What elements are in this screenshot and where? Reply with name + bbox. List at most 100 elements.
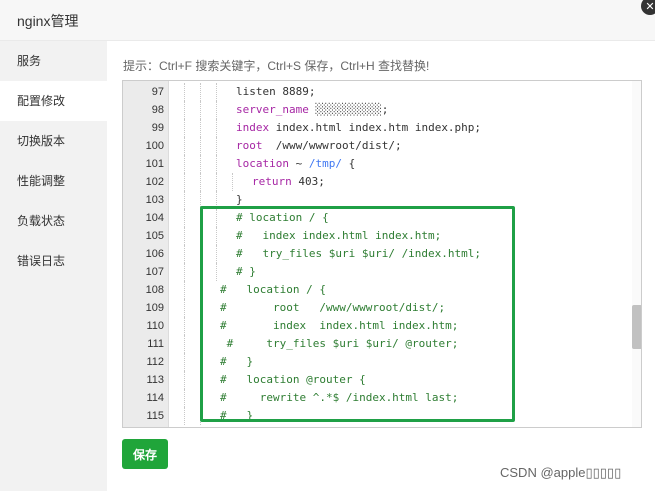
code-token: server_name xyxy=(236,103,316,116)
code-line[interactable]: 108 # location / { xyxy=(123,281,631,299)
code-token: index.html index.htm index.php; xyxy=(275,121,482,134)
code-text: # rewrite ^.*$ /index.html last; xyxy=(220,389,458,407)
line-number: 100 xyxy=(145,140,164,152)
indent-guide xyxy=(184,371,185,389)
editor-scrollbar-track[interactable] xyxy=(632,81,641,427)
indent-guide xyxy=(184,173,185,191)
line-number: 98 xyxy=(151,104,164,116)
indent-guide xyxy=(200,119,201,137)
line-number: 105 xyxy=(145,230,164,242)
line-number: 102 xyxy=(145,176,164,188)
code-line[interactable]: 112 # } xyxy=(123,353,631,371)
line-number: 103 xyxy=(145,194,164,206)
sidebar-item-config-edit[interactable]: 配置修改 xyxy=(0,81,107,121)
code-line[interactable]: 97 listen 8889; xyxy=(123,83,631,101)
line-number: 110 xyxy=(146,320,164,332)
sidebar-item-load-status[interactable]: 负载状态 xyxy=(0,201,107,241)
code-line[interactable]: 105 # index index.html index.htm; xyxy=(123,227,631,245)
indent-guide xyxy=(200,335,201,353)
sidebar-item-performance[interactable]: 性能调整 xyxy=(0,161,107,201)
indent-guide xyxy=(184,353,185,371)
code-token: # index index.html index.htm; xyxy=(220,319,459,332)
code-token: # } xyxy=(220,409,254,422)
close-icon[interactable]: ✕ xyxy=(641,0,655,15)
code-line[interactable]: 107 # } xyxy=(123,263,631,281)
code-token: ░░░░░░░░░░; xyxy=(315,103,389,116)
indent-guide xyxy=(200,281,201,299)
code-token: /www/wwwroot/dist/; xyxy=(275,139,402,152)
indent-guide xyxy=(200,263,201,281)
code-token: listen 8889; xyxy=(236,85,316,98)
indent-guide xyxy=(216,191,217,209)
indent-guide xyxy=(184,119,185,137)
indent-guide xyxy=(184,263,185,281)
line-number: 109 xyxy=(145,302,164,314)
code-line[interactable]: 103} xyxy=(123,191,631,209)
code-token: # } xyxy=(236,265,256,278)
sidebar-item-switch-version[interactable]: 切换版本 xyxy=(0,121,107,161)
indent-guide xyxy=(216,263,217,281)
indent-guide xyxy=(184,209,185,227)
code-token: } xyxy=(236,193,243,206)
indent-guide xyxy=(184,407,185,425)
code-token: # root /www/wwwroot/dist/; xyxy=(220,301,446,314)
code-line[interactable]: 100 root /www/wwwroot/dist/; xyxy=(123,137,631,155)
indent-guide xyxy=(200,173,201,191)
code-line[interactable]: 99 index index.html index.htm index.php; xyxy=(123,119,631,137)
line-number: 101 xyxy=(145,158,164,170)
code-text: return 403; xyxy=(252,173,325,191)
code-line[interactable]: 115 # } xyxy=(123,407,631,425)
code-line[interactable]: 109 # root /www/wwwroot/dist/; xyxy=(123,299,631,317)
indent-guide xyxy=(216,101,217,119)
indent-guide xyxy=(232,173,233,191)
code-text: # location / { xyxy=(220,281,326,299)
code-text: # index index.html index.htm; xyxy=(236,227,441,245)
code-line[interactable]: 110 # index index.html index.htm; xyxy=(123,317,631,335)
code-line[interactable]: 101 location ~ /tmp/ { xyxy=(123,155,631,173)
indent-guide xyxy=(216,227,217,245)
code-editor[interactable]: 97 listen 8889; 98 server_name ░░░░░░░░░░; 9… xyxy=(122,80,642,428)
line-number: 107 xyxy=(145,266,164,278)
line-number: 97 xyxy=(151,86,164,98)
indent-guide xyxy=(216,173,217,191)
code-line[interactable]: 106 # try_files $uri $uri/ /index.html; xyxy=(123,245,631,263)
watermark: CSDN @apple▯▯▯▯▯ xyxy=(500,465,622,480)
window-title: nginx管理 xyxy=(17,13,79,29)
indent-guide xyxy=(200,137,201,155)
editor-scrollbar-thumb[interactable] xyxy=(632,305,641,349)
code-token: # try_files $uri $uri/ @router; xyxy=(220,337,459,350)
indent-guide xyxy=(216,155,217,173)
code-token: # try_files $uri $uri/ /index.html; xyxy=(236,247,482,260)
code-token: return xyxy=(252,175,299,188)
code-text: # try_files $uri $uri/ /index.html; xyxy=(236,245,481,263)
indent-guide xyxy=(216,119,217,137)
code-line[interactable]: 114 # rewrite ^.*$ /index.html last; xyxy=(123,389,631,407)
indent-guide xyxy=(216,83,217,101)
line-number: 108 xyxy=(145,284,164,296)
code-line[interactable]: 102 return 403; xyxy=(123,173,631,191)
indent-guide xyxy=(200,371,201,389)
code-text: listen 8889; xyxy=(236,83,315,101)
code-line[interactable]: 111 # try_files $uri $uri/ @router; xyxy=(123,335,631,353)
indent-guide xyxy=(200,155,201,173)
line-number: 113 xyxy=(146,374,164,386)
save-button[interactable]: 保存 xyxy=(122,439,168,469)
sidebar-item-error-log[interactable]: 错误日志 xyxy=(0,241,107,281)
code-token: /tmp/ xyxy=(308,157,342,170)
indent-guide xyxy=(216,245,217,263)
code-token: # location / { xyxy=(220,283,326,296)
line-number: 115 xyxy=(146,410,164,422)
indent-guide xyxy=(200,389,201,407)
code-text: # index index.html index.htm; xyxy=(220,317,458,335)
code-line[interactable]: 98 server_name ░░░░░░░░░░; xyxy=(123,101,631,119)
sidebar-item-service[interactable]: 服务 xyxy=(0,41,107,81)
code-lines[interactable]: 97 listen 8889; 98 server_name ░░░░░░░░░░; 9… xyxy=(123,83,631,425)
code-text: index index.html index.htm index.php; xyxy=(236,119,481,137)
indent-guide xyxy=(200,353,201,371)
code-text: location ~ /tmp/ { xyxy=(236,155,355,173)
code-token: # } xyxy=(220,355,254,368)
indent-guide xyxy=(200,191,201,209)
code-line[interactable]: 113 # location @router { xyxy=(123,371,631,389)
editor-hint: 提示：Ctrl+F 搜索关键字，Ctrl+S 保存，Ctrl+H 查找替换! xyxy=(123,59,430,73)
code-line[interactable]: 104 # location / { xyxy=(123,209,631,227)
